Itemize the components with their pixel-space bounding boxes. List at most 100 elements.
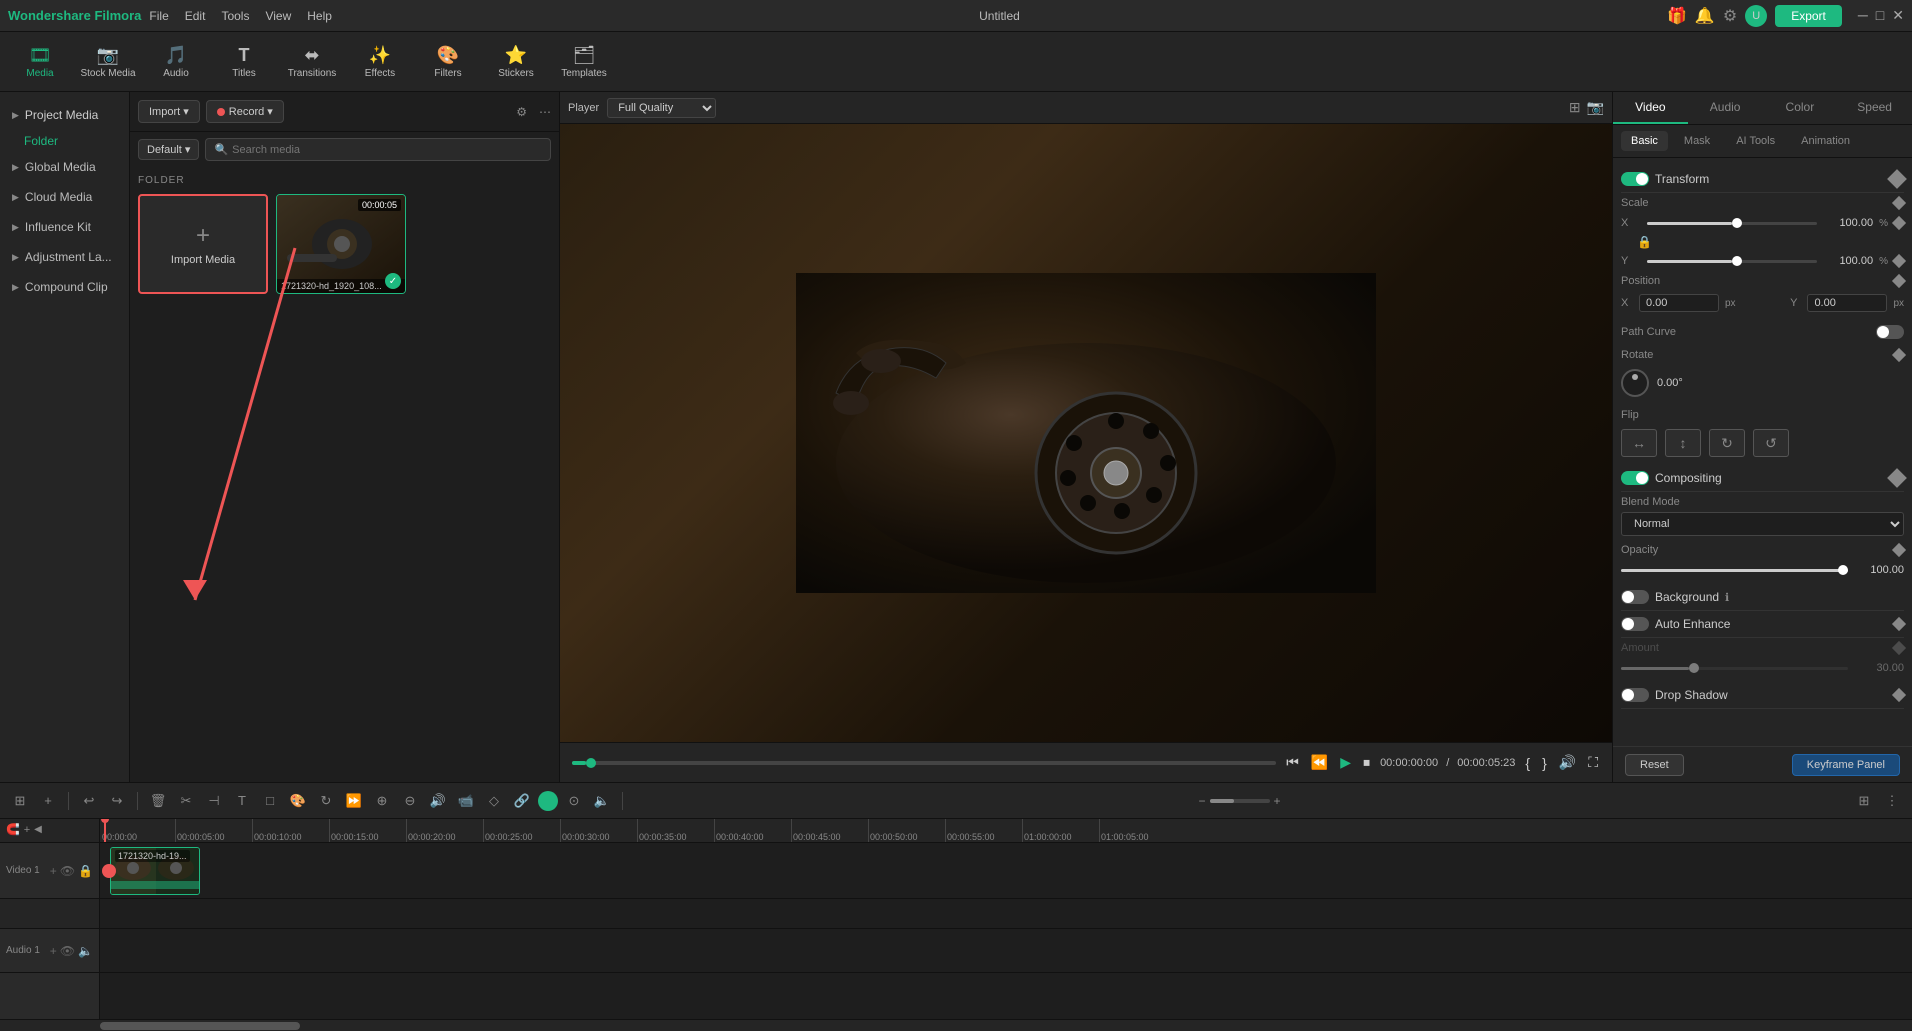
tl-text-icon[interactable]: T [230, 789, 254, 813]
reset-button[interactable]: Reset [1625, 754, 1684, 776]
timeline-scroll-thumb[interactable] [100, 1022, 300, 1030]
stop-button[interactable]: ⏹ [1361, 752, 1372, 773]
notification-icon[interactable]: 🔔 [1695, 6, 1715, 26]
tl-circle2-icon[interactable]: ⊙ [562, 789, 586, 813]
tl-audio-icon[interactable]: 🔊 [426, 789, 450, 813]
scale-x-kf[interactable] [1892, 216, 1906, 230]
menu-edit[interactable]: Edit [185, 9, 206, 23]
sidebar-item-compound-clip[interactable]: ▶ Compound Clip [0, 272, 129, 302]
tl-cut-icon[interactable]: ✂ [174, 789, 198, 813]
user-avatar[interactable]: U [1745, 5, 1767, 27]
menu-tools[interactable]: Tools [221, 9, 249, 23]
scale-y-kf[interactable] [1892, 254, 1906, 268]
transform-toggle[interactable] [1621, 172, 1649, 186]
toolbar-transitions[interactable]: ⬌ Transitions [280, 36, 344, 88]
tab-color[interactable]: Color [1763, 92, 1838, 124]
snapshot-icon[interactable]: 📷 [1587, 99, 1604, 116]
tl-mask-icon[interactable]: ◇ [482, 789, 506, 813]
tl-video-icon[interactable]: 📹 [454, 789, 478, 813]
audio-button[interactable]: 🔊 [1557, 752, 1578, 773]
in-point-button[interactable]: { [1523, 753, 1532, 773]
tl-scene-icon[interactable]: ⊞ [8, 789, 32, 813]
collapse-icon[interactable]: ◀ [34, 824, 42, 835]
settings-icon[interactable]: ⚙ [1723, 6, 1737, 26]
maximize-icon[interactable]: □ [1876, 7, 1884, 24]
progress-bar[interactable] [572, 761, 1276, 765]
playhead[interactable] [104, 819, 106, 842]
import-button[interactable]: Import ▾ [138, 100, 200, 123]
menu-file[interactable]: File [149, 9, 168, 23]
import-media-box[interactable]: + Import Media [138, 194, 268, 294]
toolbar-media[interactable]: 🎞 Media [8, 36, 72, 88]
tl-rotate-icon[interactable]: ↻ [314, 789, 338, 813]
audio1-vol-icon[interactable]: 🔈 [78, 944, 93, 958]
flip-rotate90ccw-button[interactable]: ↺ [1753, 429, 1789, 457]
tl-auto-icon[interactable]: ⊕ [370, 789, 394, 813]
tl-crop-icon[interactable]: □ [258, 789, 282, 813]
sidebar-item-cloud-media[interactable]: ▶ Cloud Media [0, 182, 129, 212]
zoom-plus-icon[interactable]: + [1274, 794, 1281, 808]
drop-shadow-keyframe-icon[interactable] [1892, 688, 1906, 702]
filter-icon[interactable]: ⚙ [516, 105, 527, 119]
export-button[interactable]: Export [1775, 5, 1842, 27]
compositing-keyframe-icon[interactable] [1887, 468, 1907, 488]
tl-add-track-icon[interactable]: + [36, 789, 60, 813]
flip-horizontal-button[interactable]: ↔ [1621, 429, 1657, 457]
tl-undo-icon[interactable]: ↩ [77, 789, 101, 813]
path-curve-toggle[interactable] [1876, 325, 1904, 339]
scale-y-slider[interactable] [1647, 260, 1817, 263]
blend-mode-select[interactable]: Normal Multiply Screen Overlay [1621, 512, 1904, 536]
flip-vertical-button[interactable]: ↕ [1665, 429, 1701, 457]
grid-view-icon[interactable]: ⊞ [1569, 99, 1581, 116]
sidebar-item-folder[interactable]: Folder [0, 130, 129, 152]
tl-more-icon[interactable]: ⋮ [1880, 789, 1904, 813]
zoom-minus-icon[interactable]: − [1198, 794, 1205, 808]
video1-add-icon[interactable]: + [50, 864, 57, 878]
gift-icon[interactable]: 🎁 [1667, 6, 1687, 26]
compositing-toggle[interactable] [1621, 471, 1649, 485]
position-keyframe-icon[interactable] [1892, 274, 1906, 288]
toolbar-effects[interactable]: ✨ Effects [348, 36, 412, 88]
tl-delete-icon[interactable]: 🗑 [146, 789, 170, 813]
tl-layout-icon[interactable]: ⊞ [1852, 789, 1876, 813]
subtab-basic[interactable]: Basic [1621, 131, 1668, 151]
media-thumbnail[interactable]: 00:00:05 1721320-hd_1920_108... ✓ [276, 194, 406, 294]
timeline-scrollbar[interactable] [0, 1019, 1912, 1031]
snap-icon[interactable]: 🧲 [6, 823, 20, 836]
video1-eye-icon[interactable]: 👁 [60, 864, 75, 878]
scale-x-slider[interactable] [1647, 222, 1817, 225]
rotate-keyframe-icon[interactable] [1892, 348, 1906, 362]
prev-frame-button[interactable]: ⏪ [1309, 752, 1330, 773]
audio1-eye-icon[interactable]: 👁 [60, 944, 75, 958]
opacity-slider[interactable] [1621, 569, 1848, 572]
amount-keyframe-icon[interactable] [1892, 641, 1906, 655]
zoom-slider[interactable] [1210, 799, 1270, 803]
tab-audio[interactable]: Audio [1688, 92, 1763, 124]
video1-lock-icon[interactable]: 🔒 [78, 864, 93, 878]
toolbar-stock-media[interactable]: 📷 Stock Media [76, 36, 140, 88]
tab-speed[interactable]: Speed [1837, 92, 1912, 124]
record-button[interactable]: Record ▾ [206, 100, 284, 123]
tl-redo-icon[interactable]: ↪ [105, 789, 129, 813]
auto-enhance-toggle[interactable] [1621, 617, 1649, 631]
minimize-icon[interactable]: ─ [1858, 7, 1868, 24]
subtab-mask[interactable]: Mask [1674, 131, 1720, 151]
tl-link-icon[interactable]: 🔗 [510, 789, 534, 813]
background-toggle[interactable] [1621, 590, 1649, 604]
toolbar-templates[interactable]: 🗂 Templates [552, 36, 616, 88]
sidebar-item-adjustment[interactable]: ▶ Adjustment La... [0, 242, 129, 272]
opacity-keyframe-icon[interactable] [1892, 543, 1906, 557]
play-button[interactable]: ▶ [1338, 752, 1353, 773]
menu-view[interactable]: View [265, 9, 291, 23]
close-icon[interactable]: ✕ [1892, 7, 1904, 24]
transform-keyframe-icon[interactable] [1887, 169, 1907, 189]
default-button[interactable]: Default ▾ [138, 139, 199, 160]
search-input[interactable] [232, 144, 542, 156]
more-icon[interactable]: ⋯ [539, 105, 551, 119]
skip-back-button[interactable]: ⏮ [1284, 752, 1301, 773]
scale-lock-icon[interactable]: 🔒 [1637, 235, 1652, 249]
rotate-wheel[interactable] [1621, 369, 1649, 397]
tl-stabilize-icon[interactable]: ⊖ [398, 789, 422, 813]
tl-paint-icon[interactable]: 🎨 [286, 789, 310, 813]
tl-split-icon[interactable]: ⊣ [202, 789, 226, 813]
